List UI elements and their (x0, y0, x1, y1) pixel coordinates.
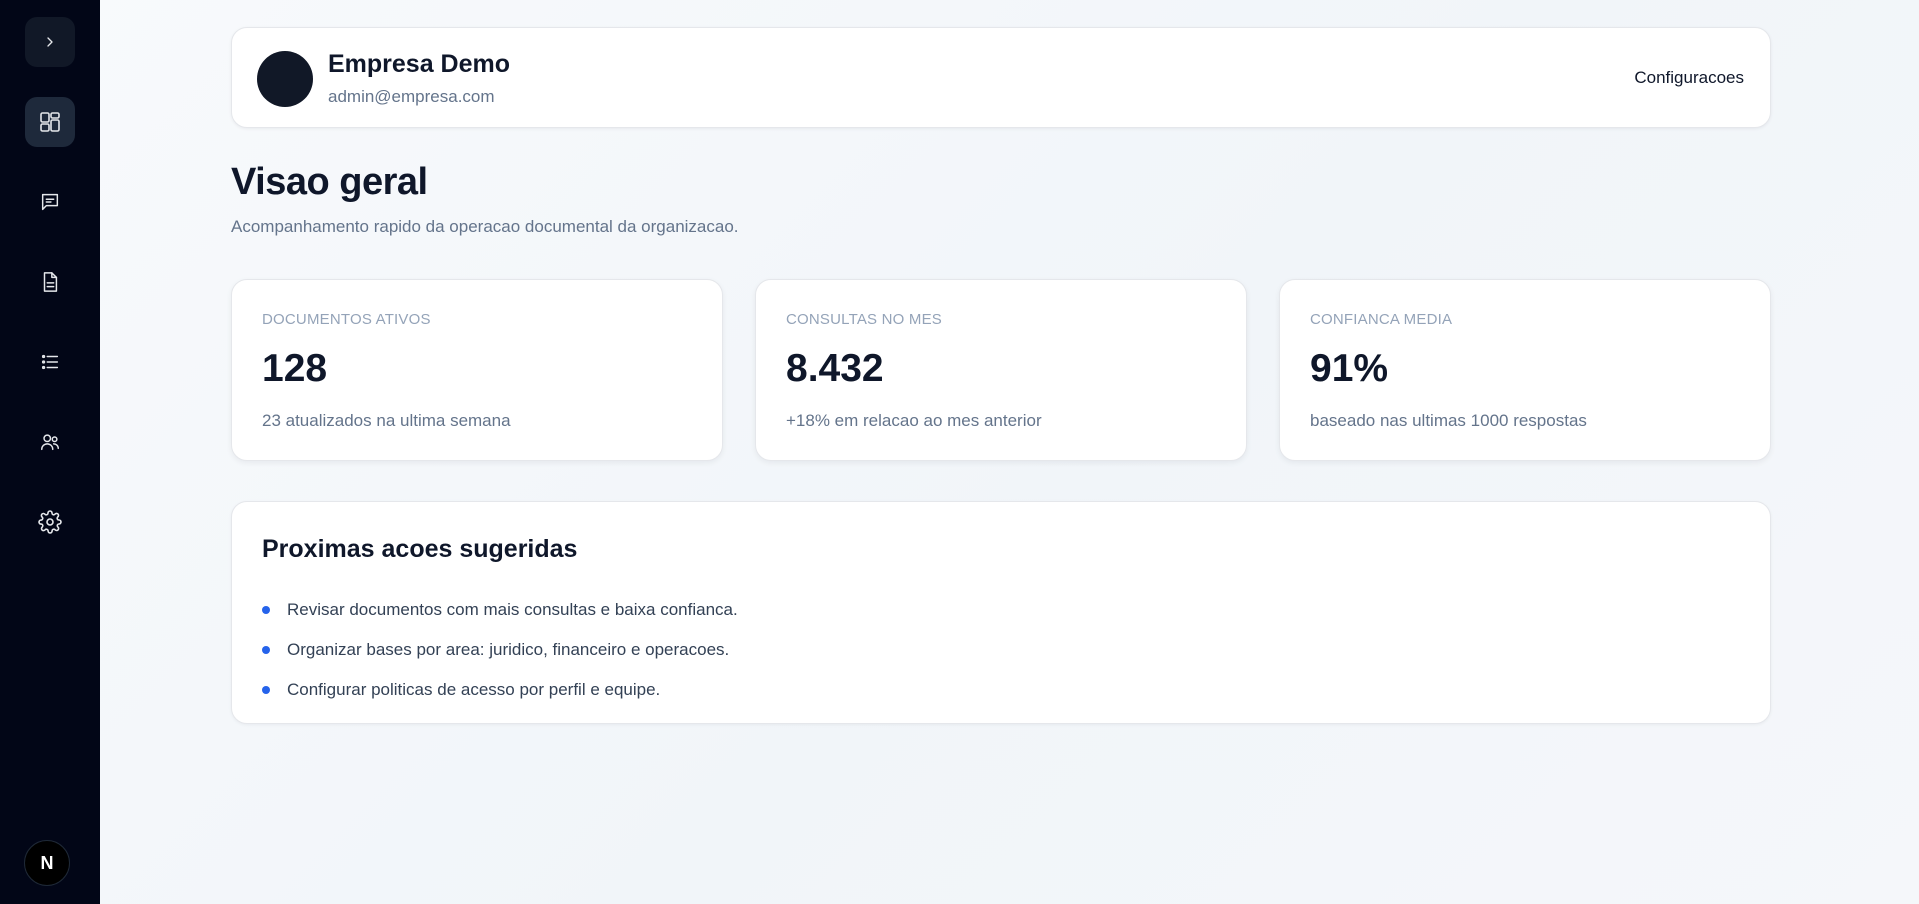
list-icon (39, 351, 61, 373)
list-item: Revisar documentos com mais consultas e … (262, 590, 738, 630)
bullet-icon (262, 686, 270, 694)
stat-label: DOCUMENTOS ATIVOS (262, 311, 431, 328)
settings-link[interactable]: Configuracoes (1634, 68, 1744, 88)
sidebar-item-documents[interactable] (25, 257, 75, 307)
company-name: Empresa Demo (328, 50, 511, 78)
stat-description: baseado nas ultimas 1000 respostas (1310, 411, 1587, 430)
stat-card-documents: DOCUMENTOS ATIVOS 128 23 atualizados na … (231, 279, 723, 461)
sidebar-item-settings[interactable] (25, 497, 75, 547)
dashboard-icon (38, 110, 62, 134)
stats-row: DOCUMENTOS ATIVOS 128 23 atualizados na … (231, 279, 1771, 461)
bullet-icon (262, 606, 270, 614)
stat-value: 128 (262, 347, 328, 390)
app-badge-letter: N (40, 852, 54, 873)
app-badge[interactable]: N (24, 840, 70, 886)
stat-value: 91% (1310, 347, 1389, 390)
chevron-right-icon (42, 34, 58, 50)
page-title: Visao geral (231, 161, 428, 203)
page-subtitle: Acompanhamento rapido da operacao docume… (231, 217, 739, 236)
users-icon (39, 431, 61, 453)
suggested-actions-list: Revisar documentos com mais consultas e … (262, 590, 738, 710)
sidebar-item-chat[interactable] (25, 177, 75, 227)
list-item-text: Revisar documentos com mais consultas e … (287, 600, 738, 619)
stat-label: CONSULTAS NO MES (786, 311, 942, 328)
stat-value: 8.432 (786, 347, 884, 390)
stat-card-queries: CONSULTAS NO MES 8.432 +18% em relacao a… (755, 279, 1247, 461)
sidebar: N (0, 0, 100, 904)
stat-card-confidence: CONFIANCA MEDIA 91% baseado nas ultimas … (1279, 279, 1771, 461)
sidebar-item-dashboard[interactable] (25, 97, 75, 147)
chat-icon (39, 191, 61, 213)
sidebar-item-lists[interactable] (25, 337, 75, 387)
sidebar-item-users[interactable] (25, 417, 75, 467)
company-email: admin@empresa.com (328, 87, 495, 106)
document-icon (39, 271, 61, 293)
bullet-icon (262, 646, 270, 654)
list-item-text: Organizar bases por area: juridico, fina… (287, 640, 730, 659)
org-header: Empresa Demo admin@empresa.com Configura… (231, 27, 1771, 128)
stat-description: 23 atualizados na ultima semana (262, 411, 511, 430)
main-content: Empresa Demo admin@empresa.com Configura… (231, 27, 1771, 724)
suggested-actions-title: Proximas acoes sugeridas (262, 535, 578, 563)
avatar (257, 51, 313, 107)
stat-description: +18% em relacao ao mes anterior (786, 411, 1042, 430)
list-item: Organizar bases por area: juridico, fina… (262, 630, 738, 670)
sidebar-toggle-button[interactable] (25, 17, 75, 67)
list-item: Configurar politicas de acesso por perfi… (262, 670, 738, 710)
list-item-text: Configurar politicas de acesso por perfi… (287, 680, 661, 699)
gear-icon (38, 510, 62, 534)
stat-label: CONFIANCA MEDIA (1310, 311, 1453, 328)
suggested-actions-card: Proximas acoes sugeridas Revisar documen… (231, 501, 1771, 724)
